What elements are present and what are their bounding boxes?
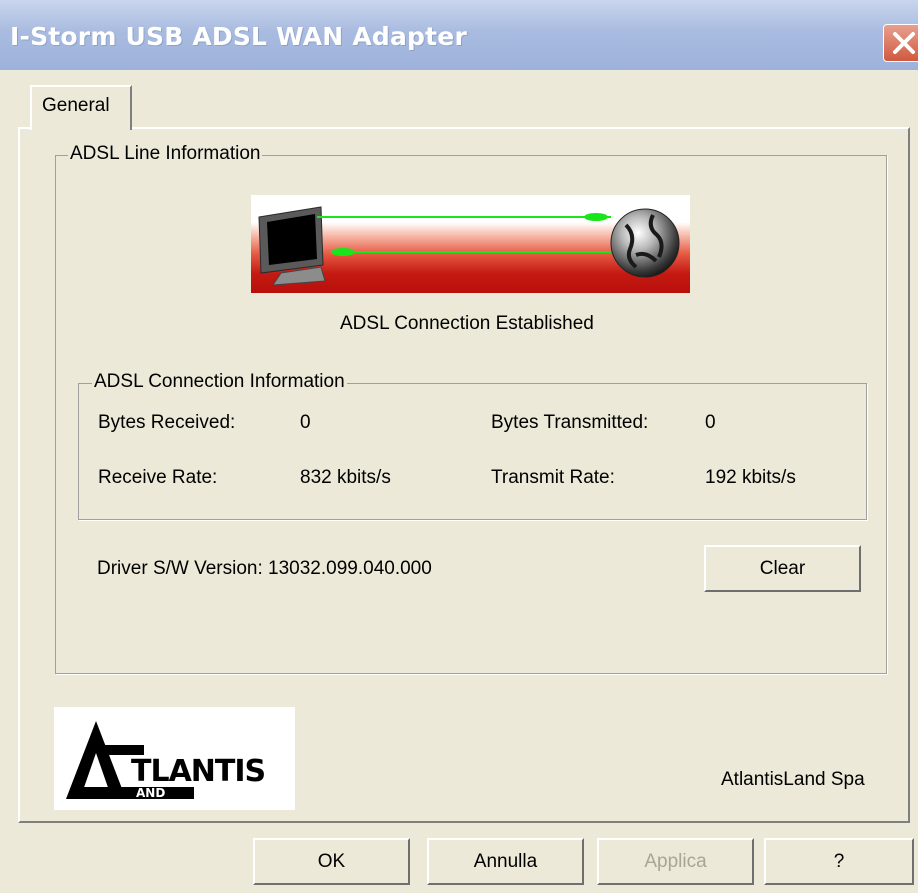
bytes-transmitted-value: 0: [705, 412, 716, 433]
tab-general[interactable]: General: [30, 85, 132, 130]
connection-graphic: [251, 195, 690, 293]
close-button[interactable]: [883, 24, 918, 62]
cancel-button[interactable]: Annulla: [427, 838, 584, 885]
apply-button-label: Applica: [644, 851, 707, 872]
transmit-rate-value: 192 kbits/s: [705, 467, 796, 488]
line-info-legend: ADSL Line Information: [68, 143, 263, 165]
connection-info-group: [78, 383, 867, 520]
driver-version: Driver S/W Version: 13032.099.040.000: [97, 558, 432, 579]
connection-info-legend: ADSL Connection Information: [92, 371, 347, 393]
connection-status: ADSL Connection Established: [340, 313, 594, 334]
receive-rate-value: 832 kbits/s: [300, 467, 391, 488]
title-bar[interactable]: I-Storm USB ADSL WAN Adapter: [0, 0, 918, 70]
bytes-received-label: Bytes Received:: [98, 412, 236, 433]
bytes-transmitted-label: Bytes Transmitted:: [491, 412, 649, 433]
ok-button[interactable]: OK: [253, 838, 410, 885]
ok-button-label: OK: [317, 851, 346, 872]
apply-button[interactable]: Applica: [597, 838, 754, 885]
logo-text: TLANTIS: [131, 754, 266, 789]
receive-rate-label: Receive Rate:: [98, 467, 218, 488]
logo-subtext: AND: [136, 786, 166, 800]
company-name: AtlantisLand Spa: [721, 769, 865, 790]
clear-button[interactable]: Clear: [704, 545, 861, 592]
transmit-rate-label: Transmit Rate:: [491, 467, 615, 488]
globe-icon: [610, 208, 680, 278]
cancel-button-label: Annulla: [473, 851, 538, 872]
window-title: I-Storm USB ADSL WAN Adapter: [10, 22, 467, 51]
clear-button-label: Clear: [759, 558, 806, 579]
help-button[interactable]: ?: [764, 838, 914, 885]
help-button-label: ?: [833, 851, 845, 872]
bytes-received-value: 0: [300, 412, 311, 433]
close-icon: [893, 32, 915, 54]
atlantis-logo: TLANTIS AND: [54, 707, 295, 810]
